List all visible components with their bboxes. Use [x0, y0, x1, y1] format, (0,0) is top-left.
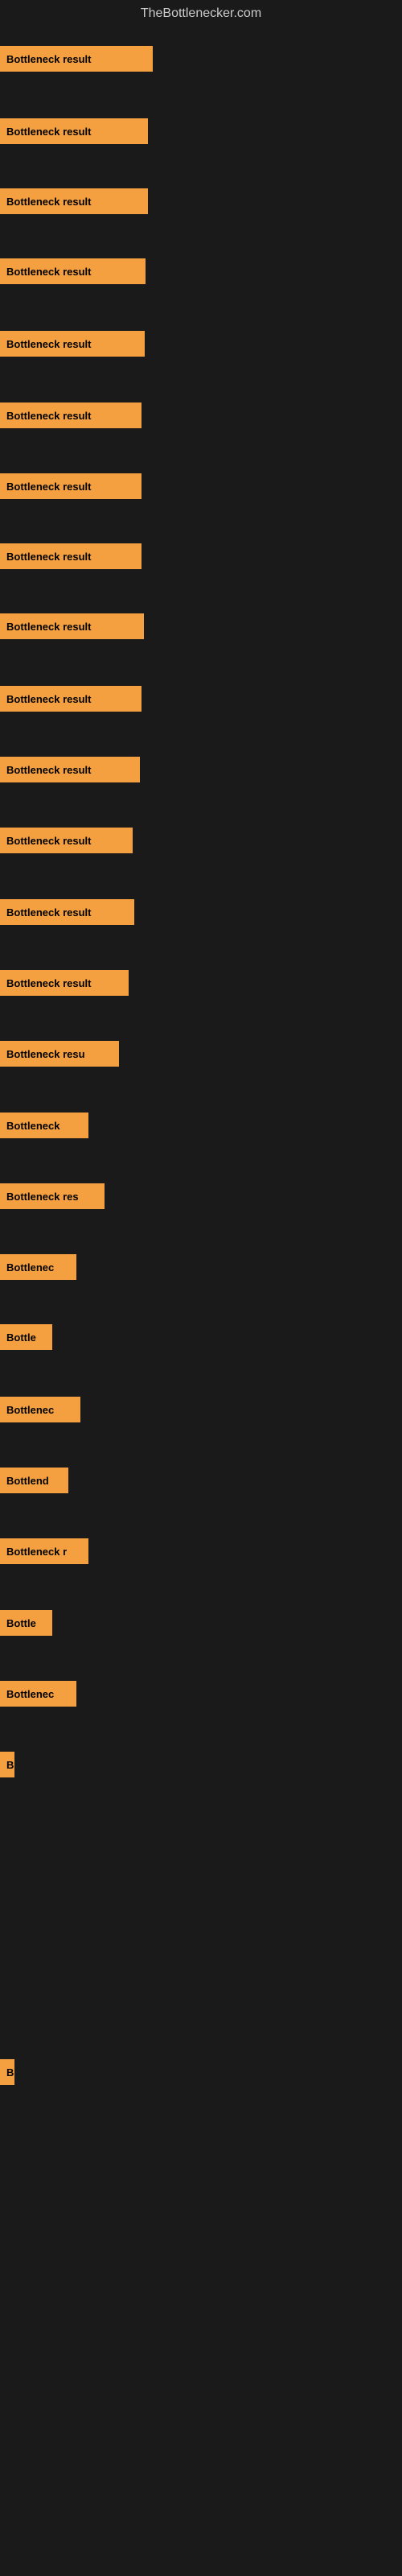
- bottleneck-result-bar[interactable]: Bottleneck result: [0, 331, 145, 357]
- bottleneck-result-bar[interactable]: Bottleneck result: [0, 543, 142, 569]
- bottleneck-result-bar[interactable]: Bottleneck resu: [0, 1041, 119, 1067]
- bottleneck-result-bar[interactable]: Bottleneck r: [0, 1538, 88, 1564]
- bottleneck-result-bar[interactable]: Bottlenec: [0, 1681, 76, 1707]
- bottleneck-result-bar[interactable]: Bottlenec: [0, 1397, 80, 1422]
- bottleneck-result-row[interactable]: Bottleneck result: [0, 46, 153, 72]
- bottleneck-result-bar[interactable]: Bottle: [0, 1324, 52, 1350]
- bottleneck-result-bar[interactable]: B: [0, 2059, 14, 2085]
- bottleneck-result-row[interactable]: Bottleneck result: [0, 543, 142, 569]
- bottleneck-result-bar[interactable]: B: [0, 1752, 14, 1777]
- bottleneck-result-row[interactable]: Bottleneck result: [0, 118, 148, 144]
- bottleneck-result-row[interactable]: Bottlend: [0, 1468, 68, 1493]
- bottleneck-result-row[interactable]: Bottleneck result: [0, 970, 129, 996]
- bottleneck-result-bar[interactable]: Bottleneck res: [0, 1183, 105, 1209]
- bottleneck-result-row[interactable]: Bottleneck r: [0, 1538, 88, 1564]
- bottleneck-result-bar[interactable]: Bottleneck result: [0, 402, 142, 428]
- bottleneck-result-row[interactable]: Bottleneck result: [0, 331, 145, 357]
- bottleneck-result-row[interactable]: Bottleneck result: [0, 258, 146, 284]
- bottleneck-result-bar[interactable]: Bottleneck result: [0, 757, 140, 782]
- bottleneck-result-row[interactable]: Bottle: [0, 1610, 52, 1636]
- bottleneck-result-row[interactable]: Bottleneck result: [0, 757, 140, 782]
- bottleneck-result-row[interactable]: Bottleneck result: [0, 686, 142, 712]
- bottleneck-result-row[interactable]: Bottlenec: [0, 1397, 80, 1422]
- bottleneck-result-bar[interactable]: Bottleneck result: [0, 686, 142, 712]
- bottleneck-result-row[interactable]: Bottlenec: [0, 1254, 76, 1280]
- bottleneck-result-bar[interactable]: Bottleneck result: [0, 118, 148, 144]
- bottleneck-result-row[interactable]: Bottleneck result: [0, 899, 134, 925]
- bottleneck-result-bar[interactable]: Bottle: [0, 1610, 52, 1636]
- bottleneck-result-bar[interactable]: Bottleneck result: [0, 970, 129, 996]
- bottleneck-result-row[interactable]: Bottle: [0, 1324, 52, 1350]
- bottleneck-result-bar[interactable]: Bottleneck result: [0, 473, 142, 499]
- bottleneck-result-bar[interactable]: Bottleneck: [0, 1113, 88, 1138]
- bottleneck-result-row[interactable]: Bottleneck result: [0, 613, 144, 639]
- bottleneck-result-bar[interactable]: Bottleneck result: [0, 613, 144, 639]
- bottleneck-result-bar[interactable]: Bottleneck result: [0, 258, 146, 284]
- bottleneck-result-row[interactable]: Bottleneck res: [0, 1183, 105, 1209]
- bottleneck-result-bar[interactable]: Bottleneck result: [0, 899, 134, 925]
- bottleneck-result-row[interactable]: B: [0, 2059, 14, 2085]
- bottleneck-result-bar[interactable]: Bottleneck result: [0, 188, 148, 214]
- bottleneck-result-row[interactable]: Bottleneck result: [0, 828, 133, 853]
- bottleneck-result-bar[interactable]: Bottlenec: [0, 1254, 76, 1280]
- bottleneck-result-row[interactable]: Bottleneck: [0, 1113, 88, 1138]
- bottleneck-result-bar[interactable]: Bottleneck result: [0, 828, 133, 853]
- bottleneck-result-row[interactable]: B: [0, 1752, 14, 1777]
- bottleneck-result-row[interactable]: Bottleneck result: [0, 188, 148, 214]
- bottleneck-result-row[interactable]: Bottleneck result: [0, 402, 142, 428]
- bottleneck-result-row[interactable]: Bottleneck resu: [0, 1041, 119, 1067]
- bottleneck-result-bar[interactable]: Bottleneck result: [0, 46, 153, 72]
- bottleneck-result-row[interactable]: Bottleneck result: [0, 473, 142, 499]
- site-title: TheBottlenecker.com: [0, 0, 402, 24]
- bottleneck-result-bar[interactable]: Bottlend: [0, 1468, 68, 1493]
- bottleneck-result-row[interactable]: Bottlenec: [0, 1681, 76, 1707]
